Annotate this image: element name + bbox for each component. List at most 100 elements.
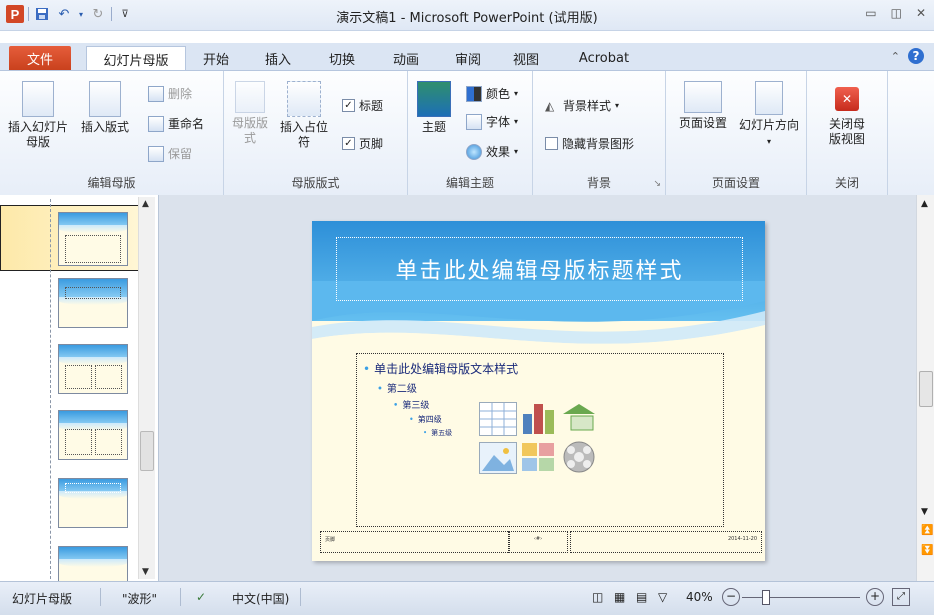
bullet-icon: • — [409, 415, 414, 424]
zoom-level[interactable]: 40% — [686, 590, 713, 604]
thumb-wave — [59, 559, 127, 567]
previous-slide-icon[interactable]: ⏫ — [921, 525, 933, 536]
tab-animations[interactable]: 动画 — [386, 46, 426, 70]
thumb-content-box — [65, 429, 92, 455]
rename-button[interactable]: 重命名 — [148, 115, 204, 132]
scroll-up-arrow-icon[interactable]: ▲ — [142, 199, 149, 209]
slideshow-view-icon[interactable]: ▽ — [658, 590, 667, 604]
thumbnail-scrollbar[interactable]: ▲ ▼ — [138, 197, 155, 579]
thumbnail-master[interactable] — [58, 212, 128, 266]
spell-check-icon[interactable]: ✓ — [196, 590, 206, 604]
scroll-down-arrow-icon[interactable]: ▼ — [142, 567, 149, 577]
layout-connector-line — [50, 199, 51, 579]
thumbnail-layout-title-only[interactable] — [58, 478, 128, 528]
zoom-out-icon[interactable]: − — [722, 588, 740, 606]
master-layout-button[interactable]: 母版版式 — [230, 81, 270, 146]
tab-acrobat[interactable]: Acrobat — [570, 46, 638, 70]
thumbnail-layout-title[interactable] — [58, 278, 128, 328]
footer-checkbox[interactable]: ✓ 页脚 — [342, 135, 383, 152]
master-layout-icon — [235, 81, 265, 113]
normal-view-icon[interactable]: ◫ — [592, 590, 603, 604]
preserve-icon — [148, 145, 164, 162]
slide-vertical-scrollbar[interactable]: ▲ ▼ ⏫ ⏬ — [916, 195, 934, 581]
scroll-up-arrow-icon[interactable]: ▲ — [921, 199, 928, 209]
slide-orientation-icon — [755, 81, 783, 115]
bullet-icon: • — [423, 429, 428, 437]
insert-layout-icon — [89, 81, 121, 117]
text-level-1: • 单击此处编辑母版文本样式 — [363, 362, 519, 376]
reading-view-icon[interactable]: ▤ — [636, 590, 647, 604]
slide-scroll-thumb[interactable] — [919, 371, 933, 407]
thumbnail-layout-content[interactable] — [58, 344, 128, 394]
hide-background-checkbox[interactable]: 隐藏背景图形 — [545, 135, 634, 152]
themes-icon — [417, 81, 451, 117]
fonts-icon — [466, 113, 482, 130]
tab-slide-master[interactable]: 幻灯片母版 — [86, 46, 186, 72]
thumb-content-box — [65, 365, 92, 389]
slide-sorter-view-icon[interactable]: ▦ — [614, 590, 625, 604]
fit-to-window-icon[interactable]: ⤢ — [892, 588, 910, 606]
thumb-content-box — [95, 365, 122, 389]
help-icon[interactable]: ? — [908, 48, 924, 64]
group-label-background: 背景 — [586, 176, 611, 190]
page-setup-button[interactable]: 页面设置 — [672, 81, 734, 131]
tab-review[interactable]: 审阅 — [448, 46, 488, 70]
footer-placeholder[interactable]: 页脚 — [320, 531, 510, 553]
thumbnail-layout-blank[interactable] — [58, 546, 128, 582]
group-label-edit-theme: 编辑主题 — [445, 176, 494, 190]
slide-master-canvas[interactable]: 单击此处编辑母版标题样式 • 单击此处编辑母版文本样式 • 第二级 • 第三级 • 第四… — [312, 221, 765, 561]
zoom-in-icon[interactable]: + — [866, 588, 884, 606]
title-checkbox[interactable]: ✓ 标题 — [342, 97, 383, 114]
group-edit-theme: 主题 颜色 ▾ 字体 ▾ 效果 ▾ 编辑主题 — [408, 71, 533, 195]
background-styles-button[interactable]: ◭ 背景样式 ▾ — [545, 97, 619, 114]
insert-slide-master-button[interactable]: 插入幻灯片母版 — [8, 81, 68, 150]
date-placeholder[interactable]: 2014-11-20 — [570, 531, 762, 553]
status-theme-name: "波形" — [122, 592, 158, 606]
insert-clip-art-icon[interactable] — [521, 442, 555, 472]
tab-view[interactable]: 视图 — [506, 46, 546, 70]
zoom-slider-thumb[interactable] — [762, 590, 770, 605]
insert-placeholder-button[interactable]: 插入占位符 — [276, 81, 332, 150]
status-view-mode: 幻灯片母版 — [12, 592, 73, 606]
tab-home[interactable]: 开始 — [196, 46, 236, 70]
slide-number-placeholder[interactable]: ‹#› — [508, 531, 568, 553]
minimize-ribbon-icon[interactable]: ⌃ — [891, 50, 900, 63]
status-divider — [100, 588, 101, 606]
thumb-title-box — [65, 287, 121, 299]
insert-smartart-icon[interactable] — [561, 402, 597, 434]
close-master-view-button[interactable]: ✕ 关闭母版视图 — [813, 87, 881, 147]
next-slide-icon[interactable]: ⏬ — [921, 545, 933, 556]
status-language[interactable]: 中文(中国) — [232, 590, 289, 607]
thumb-wave — [59, 225, 127, 233]
tab-transitions[interactable]: 切换 — [322, 46, 362, 70]
tab-insert[interactable]: 插入 — [258, 46, 298, 70]
minimize-icon[interactable]: ▭ — [865, 6, 876, 20]
thumb-title-box — [65, 483, 121, 493]
master-text-placeholder[interactable]: • 单击此处编辑母版文本样式 • 第二级 • 第三级 • 第四级 • 第五级 — [356, 353, 724, 527]
title-checkbox-mark: ✓ — [342, 99, 355, 112]
restore-icon[interactable]: ◫ — [891, 6, 902, 20]
scroll-down-arrow-icon[interactable]: ▼ — [921, 507, 928, 517]
close-window-icon[interactable]: ✕ — [916, 6, 926, 20]
thumbnail-layout-comparison[interactable] — [58, 410, 128, 460]
effects-button[interactable]: 效果 ▾ — [466, 143, 518, 160]
tab-file[interactable]: 文件 — [9, 46, 71, 70]
insert-media-icon[interactable] — [561, 440, 597, 474]
themes-button[interactable]: 主题 — [414, 81, 454, 135]
group-page-setup: 页面设置 幻灯片方向 ▾ 页面设置 — [666, 71, 807, 195]
master-title-placeholder[interactable]: 单击此处编辑母版标题样式 — [336, 237, 743, 301]
insert-slide-master-icon — [22, 81, 54, 117]
colors-button[interactable]: 颜色 ▾ — [466, 85, 518, 102]
thumbnail-scroll-thumb[interactable] — [140, 431, 154, 471]
delete-button[interactable]: 删除 — [148, 85, 192, 102]
insert-table-icon[interactable] — [479, 402, 517, 436]
insert-chart-icon[interactable] — [521, 400, 557, 434]
close-master-icon: ✕ — [835, 87, 859, 111]
fonts-button[interactable]: 字体 ▾ — [466, 113, 518, 130]
preserve-button[interactable]: 保留 — [148, 145, 192, 162]
insert-picture-icon[interactable] — [479, 442, 517, 474]
group-label-close: 关闭 — [834, 176, 859, 190]
slide-orientation-button[interactable]: 幻灯片方向 ▾ — [736, 81, 802, 149]
zoom-slider-track[interactable] — [742, 597, 860, 598]
insert-layout-button[interactable]: 插入版式 — [76, 81, 134, 135]
